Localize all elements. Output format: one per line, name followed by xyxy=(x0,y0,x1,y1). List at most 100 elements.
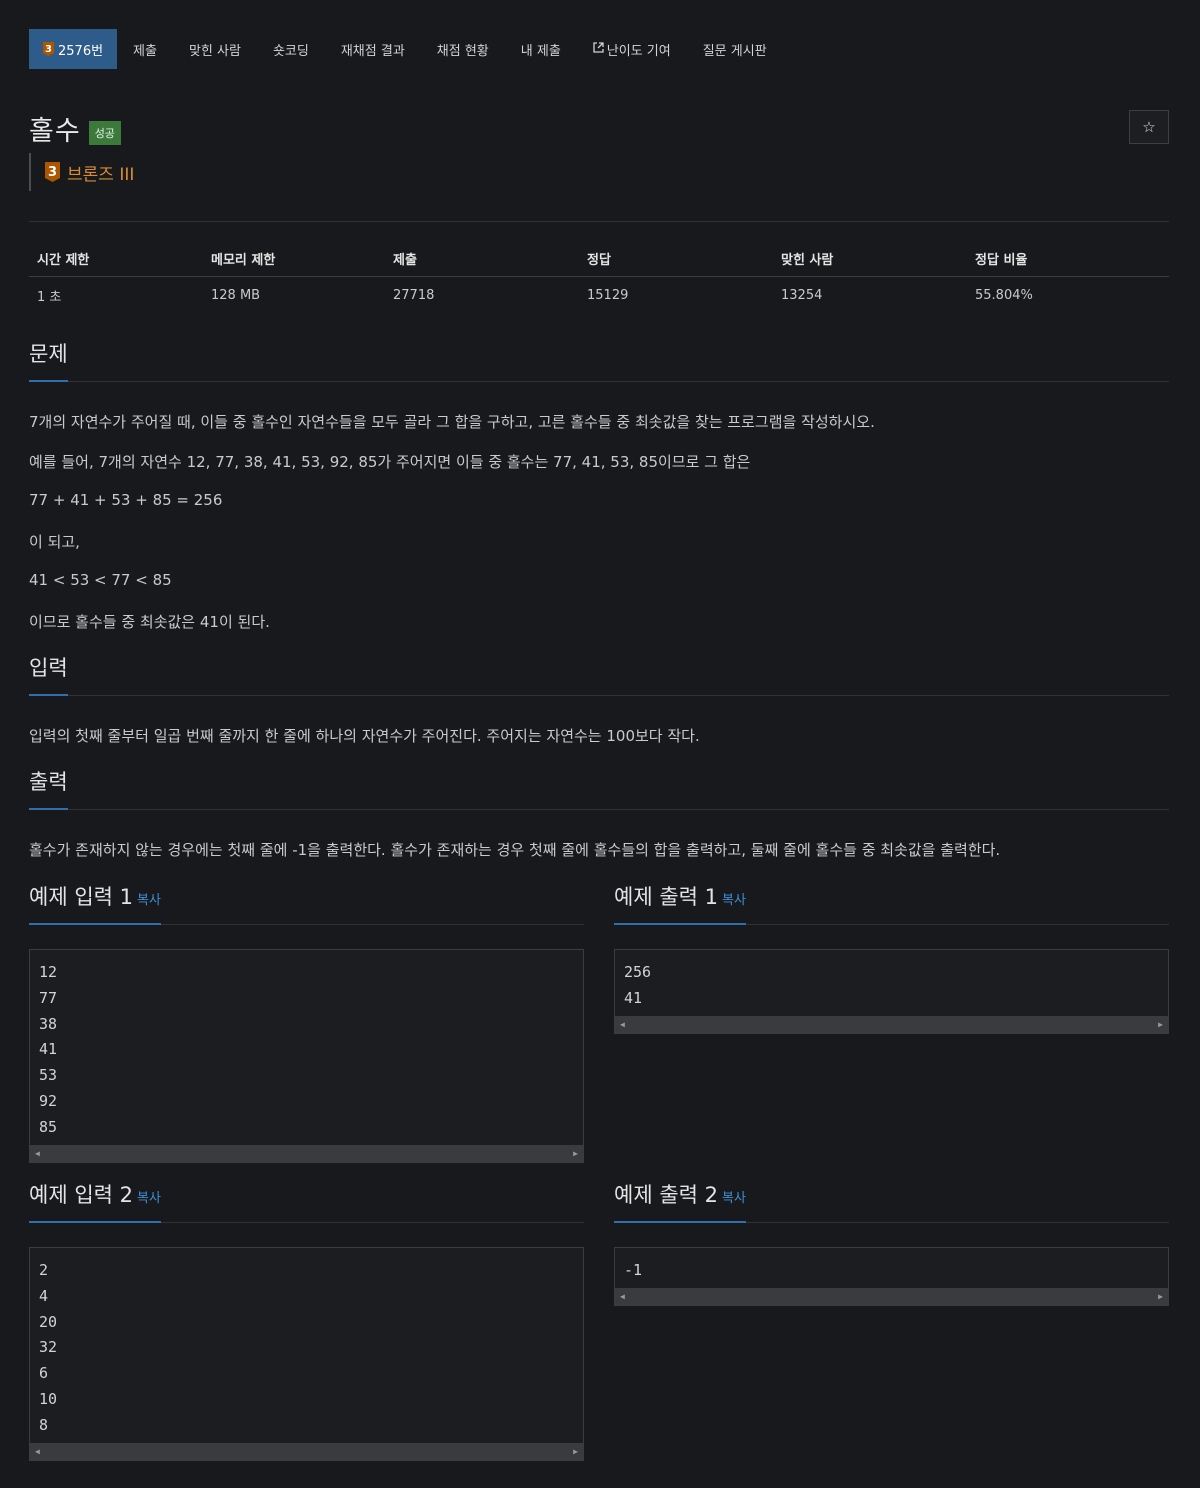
tier-row: 3 브론즈 III xyxy=(29,153,134,191)
table-cell: 1 초 xyxy=(37,289,62,305)
scroll-left-icon[interactable]: ◀ xyxy=(35,1145,40,1162)
code-line: 41 xyxy=(624,988,643,1007)
table-row: 1 초 128 MB 27718 15129 13254 55.804% xyxy=(29,277,1169,313)
output-section-header: 출력 xyxy=(29,766,1169,810)
problem-text: 41 < 53 < 77 < 85 xyxy=(29,571,172,589)
scroll-right-icon[interactable]: ▶ xyxy=(573,1145,578,1162)
section-title: 출력 xyxy=(29,766,68,810)
problem-text: 이므로 홀수들 중 최솟값은 41이 된다. xyxy=(29,613,270,631)
favorite-button[interactable]: ☆ xyxy=(1129,110,1169,144)
table-cell[interactable]: 13254 xyxy=(781,288,975,303)
sample-header: 예제 입력 2 복사 xyxy=(29,1179,584,1223)
table-header-row: 시간 제한 메모리 제한 제출 정답 맞힌 사람 정답 비율 xyxy=(29,241,1169,277)
star-icon: ☆ xyxy=(1142,118,1156,136)
problem-info-table: 시간 제한 메모리 제한 제출 정답 맞힌 사람 정답 비율 1 초 128 M… xyxy=(29,241,1169,313)
divider xyxy=(29,221,1169,222)
horizontal-scrollbar[interactable]: ◀ ▶ xyxy=(615,1287,1168,1305)
section-title: 문제 xyxy=(29,338,68,382)
sample-title-text: 예제 출력 2 xyxy=(614,1183,718,1207)
sample-title: 예제 출력 2 복사 xyxy=(614,1179,746,1223)
problem-text: 7개의 자연수가 주어질 때, 이들 중 홀수인 자연수들을 모두 골라 그 합… xyxy=(29,413,875,431)
sample-input-2: 예제 입력 2 복사 2 4 20 32 6 10 8 ◀ ▶ xyxy=(29,1179,584,1461)
code-line: 41 xyxy=(39,1040,58,1059)
code-line: 38 xyxy=(39,1014,58,1033)
tier-label[interactable]: 브론즈 III xyxy=(67,160,134,185)
problem-text: 이 되고, xyxy=(29,533,80,551)
code-line: 92 xyxy=(39,1091,58,1110)
code-line: 53 xyxy=(39,1066,58,1085)
section-title: 입력 xyxy=(29,652,68,696)
table-header: 제출 xyxy=(393,253,417,268)
sample-title: 예제 입력 1 복사 xyxy=(29,881,161,925)
tab-problem[interactable]: 3 2576번 xyxy=(29,29,118,69)
table-header: 시간 제한 xyxy=(37,253,90,268)
status-badge: 성공 xyxy=(88,120,121,145)
copy-button[interactable]: 복사 xyxy=(722,1191,746,1206)
tab-status[interactable]: 채점 현황 xyxy=(421,29,505,69)
title-row: 홀수 성공 xyxy=(29,109,121,148)
tab-rejudge[interactable]: 재채점 결과 xyxy=(325,29,421,69)
scroll-right-icon[interactable]: ▶ xyxy=(1158,1016,1163,1033)
table-header: 맞힌 사람 xyxy=(781,253,834,268)
output-text: 홀수가 존재하지 않는 경우에는 첫째 줄에 -1을 출력한다. 홀수가 존재하… xyxy=(29,841,1001,859)
scroll-left-icon[interactable]: ◀ xyxy=(35,1443,40,1460)
code-line: 20 xyxy=(39,1312,58,1331)
copy-button[interactable]: 복사 xyxy=(137,1191,161,1206)
sample-header: 예제 출력 2 복사 xyxy=(614,1179,1169,1223)
table-header: 정답 xyxy=(587,253,611,268)
input-text: 입력의 첫째 줄부터 일곱 번째 줄까지 한 줄에 하나의 자연수가 주어진다.… xyxy=(29,727,700,745)
problem-page: 3 2576번 제출 맞힌 사람 숏코딩 재채점 결과 채점 현황 내 제출 난… xyxy=(29,29,1169,1461)
problem-text: 예를 들어, 7개의 자연수 12, 77, 38, 41, 53, 92, 8… xyxy=(29,453,751,471)
code-line: -1 xyxy=(624,1261,643,1279)
tab-submit[interactable]: 제출 xyxy=(117,29,173,69)
horizontal-scrollbar[interactable]: ◀ ▶ xyxy=(615,1015,1168,1033)
code-line: 256 xyxy=(624,963,652,981)
scroll-right-icon[interactable]: ▶ xyxy=(1158,1288,1163,1305)
tab-solved-users[interactable]: 맞힌 사람 xyxy=(173,29,257,69)
sample-input-1: 예제 입력 1 복사 12 77 38 41 53 92 85 ◀ ▶ xyxy=(29,881,584,1163)
table-header: 메모리 제한 xyxy=(211,253,276,268)
bronze-tier-icon: 3 xyxy=(43,42,54,56)
sample-title-text: 예제 출력 1 xyxy=(614,885,718,909)
code-line: 85 xyxy=(39,1117,58,1136)
sample-title-text: 예제 입력 1 xyxy=(29,885,133,909)
scroll-right-icon[interactable]: ▶ xyxy=(573,1443,578,1460)
sample-output-2: 예제 출력 2 복사 -1 ◀ ▶ xyxy=(614,1179,1169,1306)
sample-title: 예제 입력 2 복사 xyxy=(29,1179,161,1223)
code-line: 12 xyxy=(39,963,58,981)
sample-code-block: 12 77 38 41 53 92 85 ◀ ▶ xyxy=(29,949,584,1163)
tab-short-coding[interactable]: 숏코딩 xyxy=(257,29,325,69)
copy-button[interactable]: 복사 xyxy=(722,893,746,908)
copy-button[interactable]: 복사 xyxy=(137,893,161,908)
tab-difficulty-label: 난이도 기여 xyxy=(606,43,671,59)
sample-output-1: 예제 출력 1 복사 256 41 ◀ ▶ xyxy=(614,881,1169,1034)
tab-qna[interactable]: 질문 게시판 xyxy=(687,29,783,69)
tab-difficulty[interactable]: 난이도 기여 xyxy=(577,29,687,69)
tab-problem-label: 2576번 xyxy=(58,43,104,59)
input-section-header: 입력 xyxy=(29,652,1169,696)
table-cell[interactable]: 27718 xyxy=(393,288,587,303)
code-line: 77 xyxy=(39,988,58,1007)
horizontal-scrollbar[interactable]: ◀ ▶ xyxy=(30,1442,583,1460)
code-line: 10 xyxy=(39,1389,58,1408)
sample-code-block: -1 ◀ ▶ xyxy=(614,1247,1169,1306)
scroll-left-icon[interactable]: ◀ xyxy=(620,1288,625,1305)
external-link-icon xyxy=(593,42,604,56)
tab-my-submissions[interactable]: 내 제출 xyxy=(505,29,577,69)
sample-title: 예제 출력 1 복사 xyxy=(614,881,746,925)
problem-section-header: 문제 xyxy=(29,338,1169,382)
horizontal-scrollbar[interactable]: ◀ ▶ xyxy=(30,1144,583,1162)
sample-header: 예제 출력 1 복사 xyxy=(614,881,1169,925)
code-line: 6 xyxy=(39,1364,49,1383)
sample-code-block: 2 4 20 32 6 10 8 ◀ ▶ xyxy=(29,1247,584,1461)
bronze-tier-icon: 3 xyxy=(45,162,60,182)
page-title: 홀수 xyxy=(29,116,81,147)
table-cell: 55.804% xyxy=(975,287,1033,303)
code-line: 4 xyxy=(39,1286,49,1305)
problem-text: 77 + 41 + 53 + 85 = 256 xyxy=(29,491,223,509)
problem-nav: 3 2576번 제출 맞힌 사람 숏코딩 재채점 결과 채점 현황 내 제출 난… xyxy=(29,29,1169,69)
table-cell: 15129 xyxy=(587,287,629,303)
sample-header: 예제 입력 1 복사 xyxy=(29,881,584,925)
scroll-left-icon[interactable]: ◀ xyxy=(620,1016,625,1033)
code-line: 8 xyxy=(39,1415,49,1434)
